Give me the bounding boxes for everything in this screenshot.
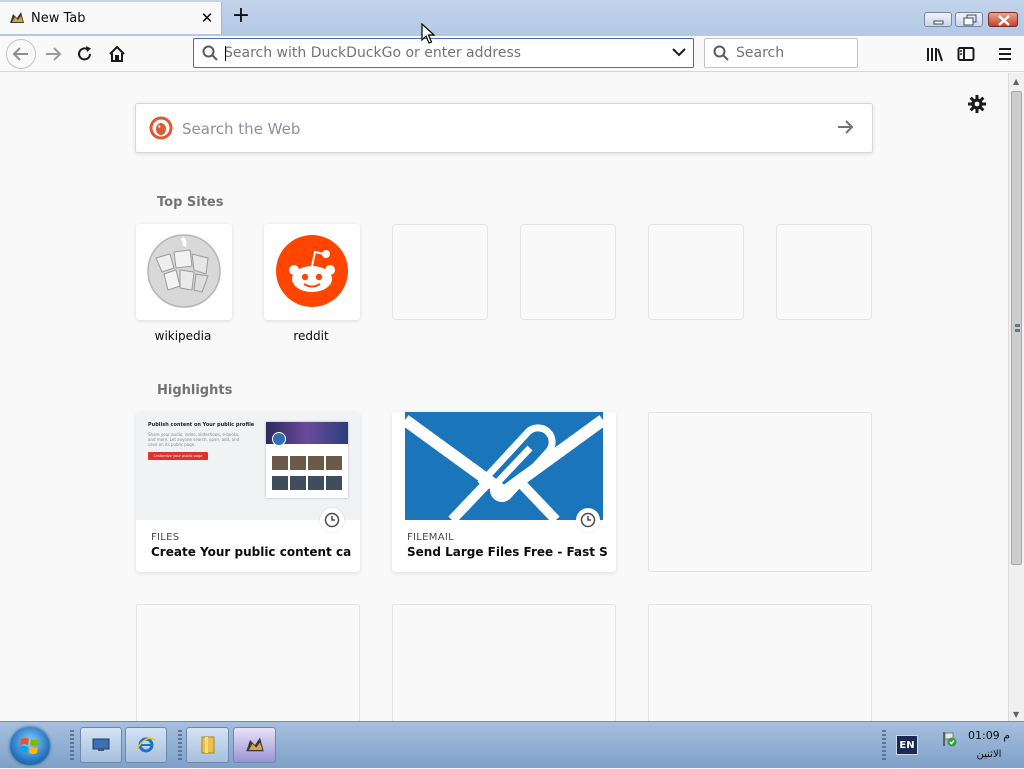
highlight-card-empty (648, 412, 872, 572)
duckduckgo-logo-icon (149, 116, 173, 140)
new-tab-button[interactable]: + (229, 5, 253, 29)
hamburger-menu-icon (999, 48, 1011, 60)
tab-new-tab[interactable]: New Tab ✕ (0, 2, 222, 34)
mouse-cursor-icon (421, 23, 435, 44)
restore-button[interactable] (955, 12, 983, 27)
clock-icon (576, 508, 600, 532)
search-input[interactable] (736, 44, 851, 62)
file-explorer-button[interactable] (186, 727, 229, 763)
highlight-title: Send Large Files Free - Fast Se... (407, 545, 607, 559)
highlight-title: Create Your public content catal... (151, 545, 351, 559)
new-tab-page: Top Sites wikipedia reddit (0, 73, 1008, 721)
windows-taskbar: EN 01:09 م الاثنين (0, 721, 1024, 768)
top-site-label: wikipedia (154, 329, 212, 343)
navigation-toolbar (0, 36, 1024, 72)
firefox-favicon-icon (10, 12, 24, 23)
chevron-down-icon[interactable] (672, 47, 686, 57)
scroll-up-arrow-icon[interactable]: ▲ (1013, 77, 1019, 86)
home-button[interactable] (103, 40, 131, 68)
filemail-logo-icon (401, 412, 607, 520)
search-icon (713, 45, 729, 61)
start-button[interactable] (10, 727, 50, 765)
reload-button[interactable] (71, 40, 99, 68)
scroll-down-arrow-icon[interactable]: ▼ (1013, 710, 1019, 719)
top-sites-heading: Top Sites (157, 195, 224, 210)
top-site-tile-empty[interactable] (392, 224, 488, 320)
minimize-button[interactable] (924, 12, 952, 27)
home-icon (109, 45, 125, 62)
sidebar-icon (957, 47, 975, 61)
forward-button[interactable] (39, 40, 67, 68)
highlight-card-empty (648, 604, 872, 721)
url-input[interactable] (224, 43, 654, 63)
highlight-thumbnail: Publish content on Your public profile S… (136, 412, 360, 520)
tab-title: New Tab (31, 11, 86, 26)
top-site-tile-reddit[interactable] (264, 224, 360, 320)
top-site-tile-empty[interactable] (776, 224, 872, 320)
window-close-icon (998, 15, 1010, 26)
internet-explorer-button[interactable] (125, 727, 167, 763)
highlight-card-empty (136, 604, 360, 721)
action-center-flag-icon[interactable] (940, 730, 958, 748)
text-caret (225, 46, 226, 61)
top-site-tile-empty[interactable] (648, 224, 744, 320)
taskbar-grip[interactable] (70, 730, 74, 760)
sidebar-button[interactable] (952, 40, 980, 68)
search-submit-arrow-icon[interactable] (836, 119, 854, 135)
top-site-tile-wikipedia[interactable] (136, 224, 232, 320)
highlight-thumbnail (392, 412, 616, 520)
highlight-source: FILEMAIL (407, 532, 454, 543)
thumbnail-heading: Publish content on Your public profile (148, 422, 255, 428)
firefox-app-icon (245, 737, 264, 752)
settings-gear-icon[interactable] (966, 93, 988, 115)
thumbnail-body: Share your audio, video, slideshows, e-b… (148, 432, 240, 447)
wikipedia-logo-icon (147, 234, 221, 308)
minimize-icon (933, 20, 944, 25)
back-button[interactable] (6, 39, 36, 69)
back-arrow-icon (12, 47, 28, 61)
internet-explorer-icon (136, 737, 156, 753)
show-desktop-button[interactable] (80, 727, 122, 763)
menu-button[interactable] (991, 40, 1019, 68)
clock-date[interactable]: الاثنين (960, 749, 1018, 760)
taskbar-grip[interactable] (882, 730, 886, 760)
firefox-taskbar-button[interactable] (233, 727, 276, 763)
library-button[interactable] (921, 40, 949, 68)
library-icon (927, 48, 943, 62)
tab-strip: New Tab ✕ + (0, 0, 1024, 36)
top-site-tile-empty[interactable] (520, 224, 616, 320)
highlight-source: FILES (151, 532, 180, 543)
web-search-input[interactable] (182, 118, 802, 140)
windows-logo-icon (19, 738, 39, 754)
search-icon (202, 45, 218, 61)
folder-icon (201, 736, 214, 754)
clock-time[interactable]: 01:09 م (960, 729, 1018, 742)
url-bar[interactable] (193, 38, 694, 68)
highlight-card-filemail[interactable]: FILEMAIL Send Large Files Free - Fast Se… (392, 412, 616, 572)
window-close-button[interactable] (988, 12, 1018, 27)
search-bar[interactable] (704, 38, 858, 68)
clock-icon (320, 508, 344, 532)
desktop-icon (92, 738, 110, 751)
language-indicator[interactable]: EN (896, 735, 918, 755)
highlight-card-empty (392, 604, 616, 721)
page-scrollbar[interactable]: ▲ ▼ (1008, 73, 1024, 721)
highlights-heading: Highlights (157, 383, 233, 398)
tab-close-icon[interactable]: ✕ (198, 9, 216, 27)
taskbar-grip[interactable] (178, 730, 182, 760)
reddit-logo-icon (276, 235, 348, 307)
web-search-box[interactable] (135, 103, 873, 153)
restore-icon (963, 14, 977, 26)
forward-arrow-icon (46, 47, 62, 61)
top-site-label: reddit (293, 329, 329, 343)
highlight-card-files[interactable]: Publish content on Your public profile S… (136, 412, 360, 572)
reload-icon (78, 46, 91, 61)
thumbnail-button: Customize your public page (148, 452, 208, 460)
scrollbar-thumb[interactable] (1011, 91, 1022, 565)
